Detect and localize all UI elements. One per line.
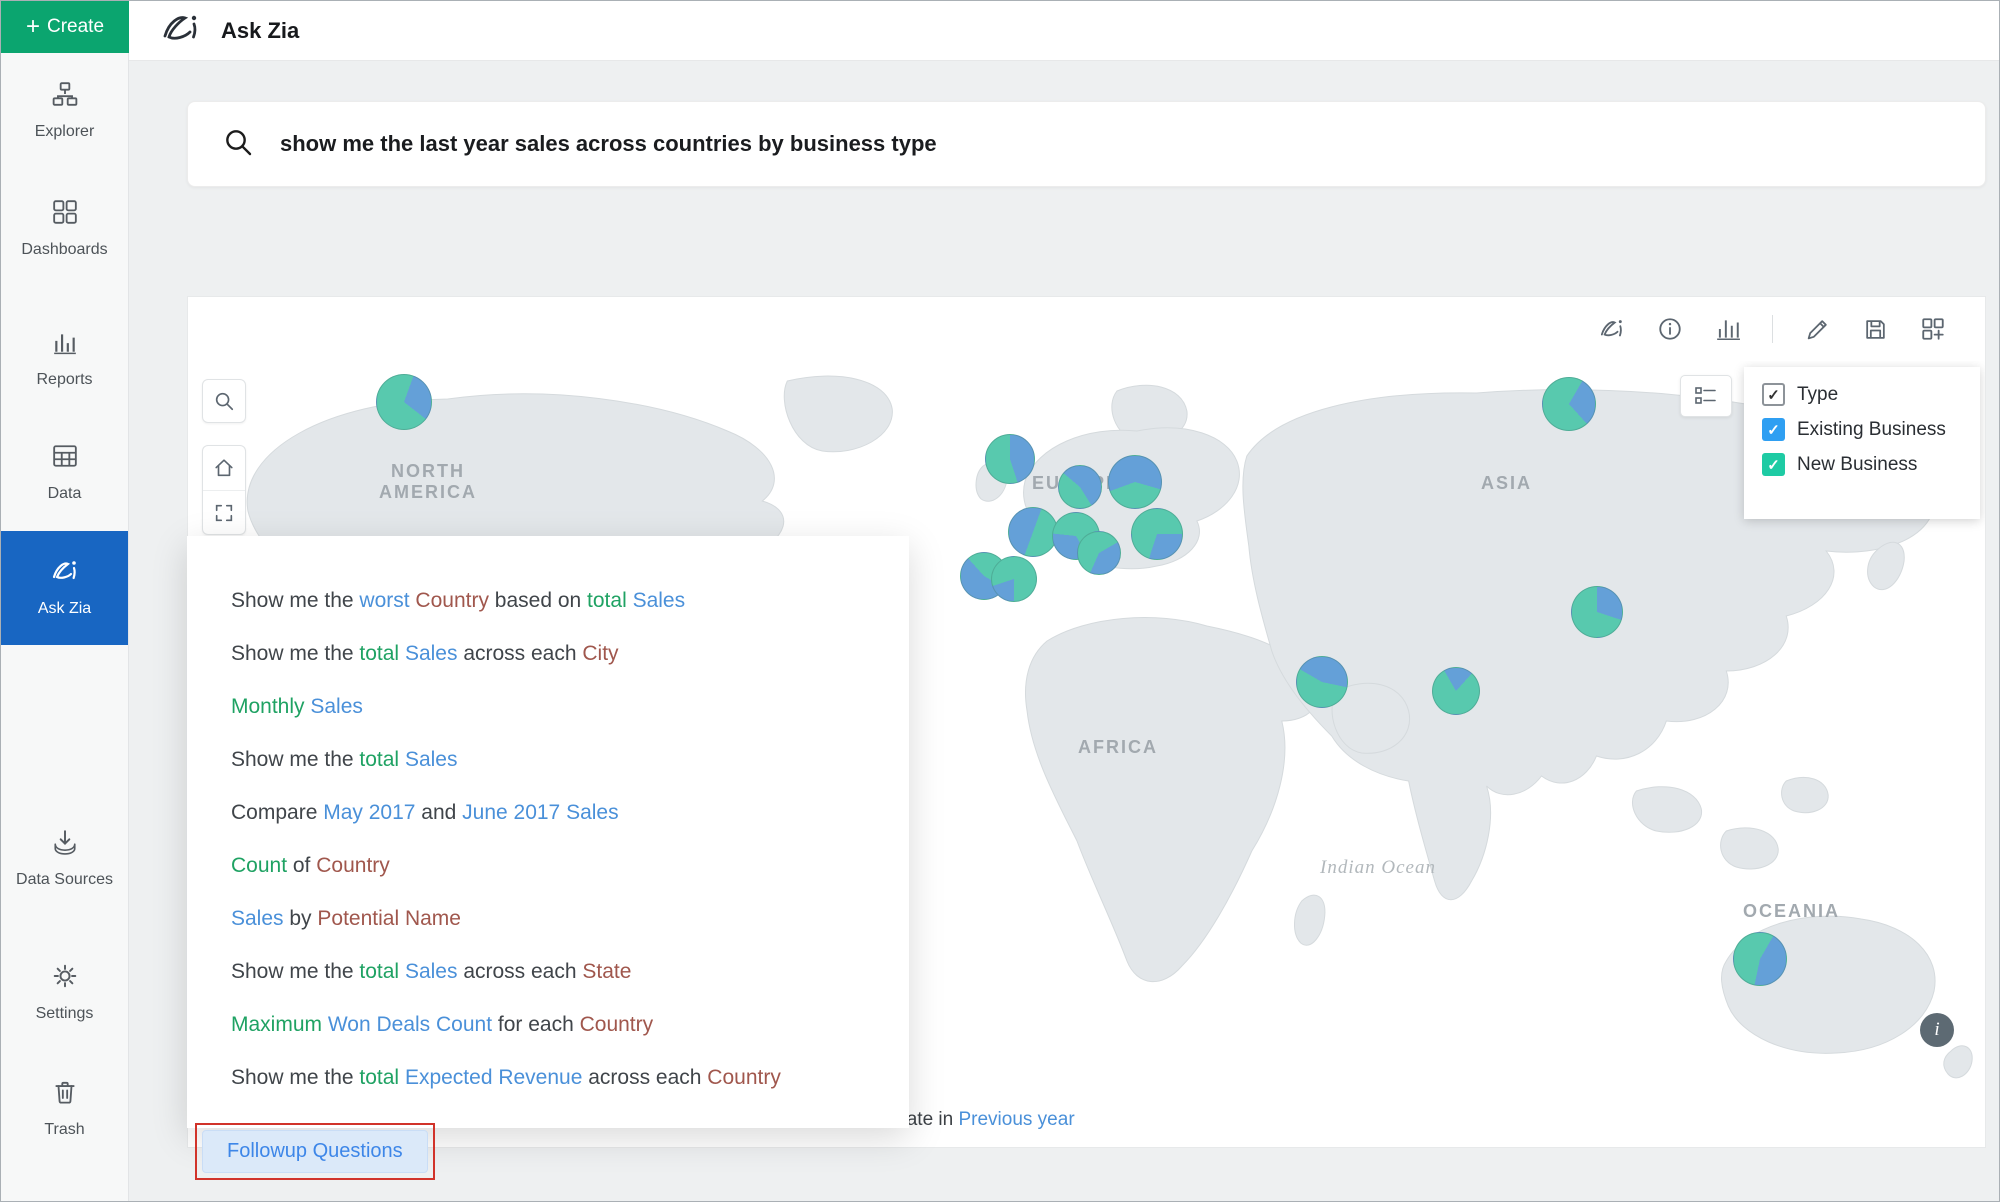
suggestion-item[interactable]: Show me the total Sales across each City bbox=[231, 627, 909, 680]
edit-icon[interactable] bbox=[1803, 315, 1831, 343]
legend-toggle-button[interactable] bbox=[1680, 375, 1732, 417]
sidebar-item-dashboards[interactable]: Dashboards bbox=[1, 199, 128, 260]
map-info-button[interactable]: i bbox=[1920, 1013, 1954, 1047]
suggestion-item[interactable]: Monthly Sales bbox=[231, 680, 909, 733]
map-home-button[interactable] bbox=[203, 446, 245, 490]
legend-row-type: ✓ Type bbox=[1762, 383, 1962, 406]
sidebar-item-label: Ask Zia bbox=[34, 599, 95, 619]
explorer-icon bbox=[52, 81, 78, 113]
sidebar-item-label: Trash bbox=[40, 1120, 88, 1140]
existing-business-checkbox[interactable]: ✓ bbox=[1762, 418, 1785, 441]
pie-marker[interactable] bbox=[985, 434, 1035, 484]
data-table-icon bbox=[52, 443, 78, 475]
sidebar-item-ask-zia[interactable]: Ask Zia bbox=[1, 531, 128, 645]
sidebar-item-label: Data bbox=[44, 484, 86, 504]
suggestions-list: Show me the worst Country based on total… bbox=[231, 574, 909, 1104]
pie-marker[interactable] bbox=[1077, 531, 1121, 575]
add-to-dashboard-icon[interactable] bbox=[1919, 315, 1947, 343]
pie-marker[interactable] bbox=[1542, 377, 1596, 431]
type-checkbox[interactable]: ✓ bbox=[1762, 383, 1785, 406]
annotation-highlight-box: Followup Questions bbox=[195, 1123, 435, 1180]
suggestion-item[interactable]: Compare May 2017 and June 2017 Sales bbox=[231, 786, 909, 839]
map-search-button[interactable] bbox=[202, 379, 246, 423]
legend-item-label: New Business bbox=[1797, 454, 1917, 476]
pie-marker[interactable] bbox=[1432, 667, 1480, 715]
zia-logo-icon bbox=[159, 10, 203, 51]
chart-type-icon[interactable] bbox=[1714, 315, 1742, 343]
map-controls bbox=[202, 445, 246, 535]
zia-insights-icon[interactable] bbox=[1598, 315, 1626, 343]
pie-marker[interactable] bbox=[1296, 656, 1348, 708]
sidebar-item-label: Dashboards bbox=[17, 240, 111, 260]
sidebar-item-data[interactable]: Data bbox=[1, 443, 128, 504]
pie-marker[interactable] bbox=[1571, 586, 1623, 638]
trash-icon bbox=[52, 1079, 78, 1111]
save-icon[interactable] bbox=[1861, 315, 1889, 343]
sidebar-item-label: Settings bbox=[32, 1004, 98, 1024]
create-button[interactable]: + Create bbox=[1, 1, 129, 53]
pie-marker[interactable] bbox=[1131, 508, 1183, 560]
plus-icon: + bbox=[26, 15, 40, 39]
topbar: Ask Zia bbox=[129, 1, 1999, 61]
main-content: show me the last year sales across count… bbox=[129, 61, 1999, 1201]
sidebar-item-data-sources[interactable]: Data Sources bbox=[1, 829, 128, 890]
create-button-label: Create bbox=[47, 16, 104, 38]
pie-marker[interactable] bbox=[1108, 455, 1162, 509]
legend-item-label: Existing Business bbox=[1797, 419, 1946, 441]
search-icon bbox=[222, 126, 254, 163]
caption-previous-year-link[interactable]: Previous year bbox=[958, 1109, 1074, 1130]
sidebar-item-label: Explorer bbox=[31, 122, 99, 142]
pie-marker[interactable] bbox=[1058, 465, 1102, 509]
search-query-text: show me the last year sales across count… bbox=[280, 131, 937, 157]
legend-title: Type bbox=[1797, 384, 1838, 406]
sidebar-item-explorer[interactable]: Explorer bbox=[1, 81, 128, 142]
suggestion-item[interactable]: Show me the total Expected Revenue acros… bbox=[231, 1051, 909, 1104]
pie-marker[interactable] bbox=[991, 556, 1037, 602]
new-business-checkbox[interactable]: ✓ bbox=[1762, 453, 1785, 476]
dashboards-icon bbox=[52, 199, 78, 231]
suggestion-item[interactable]: Sales by Potential Name bbox=[231, 892, 909, 945]
reports-icon bbox=[52, 329, 78, 361]
sidebar-item-label: Data Sources bbox=[12, 870, 117, 890]
legend-row-new-business: ✓ New Business bbox=[1762, 453, 1962, 476]
suggestion-item[interactable]: Count of Country bbox=[231, 839, 909, 892]
gear-icon bbox=[52, 963, 78, 995]
sidebar-item-reports[interactable]: Reports bbox=[1, 329, 128, 390]
legend-row-existing-business: ✓ Existing Business bbox=[1762, 418, 1962, 441]
pie-marker[interactable] bbox=[1008, 507, 1058, 557]
zia-icon bbox=[50, 558, 80, 590]
toolbar-divider bbox=[1772, 315, 1773, 343]
pie-marker[interactable] bbox=[1733, 932, 1787, 986]
sidebar-item-label: Reports bbox=[32, 370, 96, 390]
suggestion-item[interactable]: Maximum Won Deals Count for each Country bbox=[231, 998, 909, 1051]
data-sources-icon bbox=[52, 829, 78, 861]
ask-zia-app: + Create Explorer Dashboards Reports bbox=[0, 0, 2000, 1202]
map-fullscreen-button[interactable] bbox=[203, 490, 245, 534]
card-toolbar bbox=[1598, 315, 1947, 343]
sidebar-item-settings[interactable]: Settings bbox=[1, 963, 128, 1024]
report-caption: Date in Previous year bbox=[893, 1109, 1075, 1131]
pie-marker[interactable] bbox=[376, 374, 432, 430]
followup-suggestions-popup: Show me the worst Country based on total… bbox=[187, 536, 909, 1128]
page-title: Ask Zia bbox=[221, 18, 299, 44]
followup-questions-button[interactable]: Followup Questions bbox=[202, 1130, 428, 1173]
sidebar-item-trash[interactable]: Trash bbox=[1, 1079, 128, 1140]
suggestion-item[interactable]: Show me the total Sales bbox=[231, 733, 909, 786]
suggestion-item[interactable]: Show me the total Sales across each Stat… bbox=[231, 945, 909, 998]
sidebar: + Create Explorer Dashboards Reports bbox=[1, 1, 129, 1201]
ask-zia-search-bar[interactable]: show me the last year sales across count… bbox=[187, 101, 1986, 187]
legend-panel: ✓ Type ✓ Existing Business ✓ New Busines… bbox=[1744, 367, 1980, 519]
info-icon[interactable] bbox=[1656, 315, 1684, 343]
suggestion-item[interactable]: Show me the worst Country based on total… bbox=[231, 574, 909, 627]
